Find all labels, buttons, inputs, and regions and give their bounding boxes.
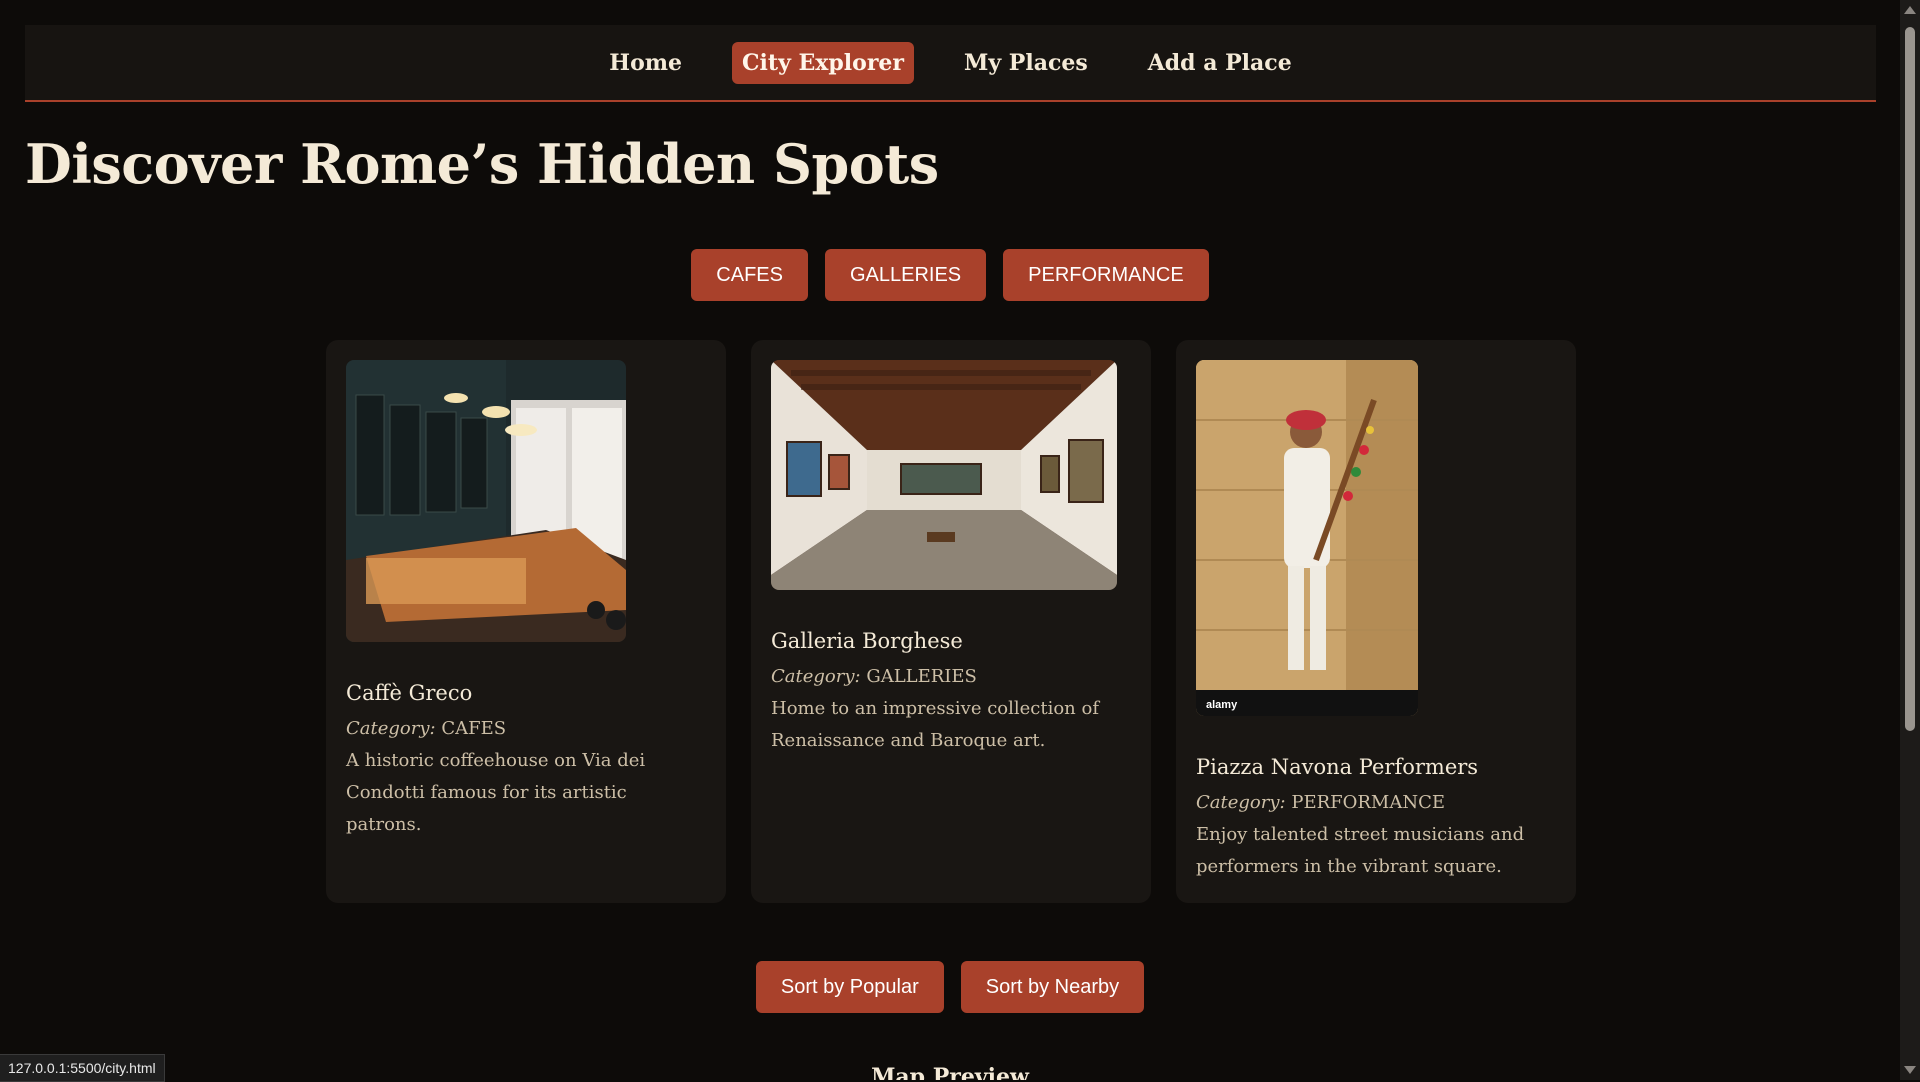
nav-add-place-link[interactable]: Add a Place: [1138, 42, 1302, 84]
place-card[interactable]: alamy Piazza Navona Performers Category:…: [1176, 340, 1576, 903]
vertical-scrollbar[interactable]: [1900, 0, 1920, 1080]
place-title[interactable]: Caffè Greco: [346, 680, 706, 707]
place-title[interactable]: Piazza Navona Performers: [1196, 754, 1556, 781]
main-nav: Home City Explorer My Places Add a Place: [25, 25, 1876, 102]
category-label: Category:: [771, 666, 861, 688]
place-category: Category: CAFES: [346, 713, 706, 745]
street-musician-image: alamy: [1196, 360, 1418, 716]
cafe-interior-image: [346, 360, 626, 642]
nav-city-explorer-link[interactable]: City Explorer: [732, 41, 914, 84]
street-musician-photo: alamy: [1196, 360, 1418, 716]
place-category: Category: GALLERIES: [771, 661, 1131, 693]
cafe-interior-photo: [346, 360, 626, 642]
place-title[interactable]: Galleria Borghese: [771, 628, 1131, 655]
place-description: Home to an impressive collection of Rena…: [771, 698, 1099, 752]
page: Home City Explorer My Places Add a Place…: [0, 0, 1900, 1080]
gallery-room-image: [771, 360, 1117, 590]
place-description: A historic coffeehouse on Via dei Condot…: [346, 750, 646, 836]
place-description: Enjoy talented street musicians and perf…: [1196, 824, 1525, 878]
sort-controls: Sort by Popular Sort by Nearby: [0, 961, 1900, 1013]
gallery-room-photo: [771, 360, 1117, 590]
place-card[interactable]: Galleria Borghese Category: GALLERIES Ho…: [751, 340, 1151, 903]
scroll-up-arrow-icon[interactable]: [1904, 6, 1916, 14]
map-preview-heading: Map Preview: [871, 1064, 1029, 1080]
sort-nearby-button[interactable]: Sort by Nearby: [960, 961, 1145, 1013]
category-value: PERFORMANCE: [1291, 792, 1446, 814]
category-value: CAFES: [441, 718, 507, 740]
place-category: Category: PERFORMANCE: [1196, 787, 1556, 819]
filter-galleries-button[interactable]: GALLERIES: [824, 249, 987, 301]
category-label: Category:: [346, 718, 436, 740]
nav-my-places-link[interactable]: My Places: [954, 42, 1098, 84]
places-grid: Caffè Greco Category: CAFES A historic c…: [326, 340, 1576, 903]
browser-status-bar: 127.0.0.1:5500/city.html: [0, 1054, 165, 1082]
category-filters: CAFES GALLERIES PERFORMANCE: [0, 249, 1900, 301]
category-value: GALLERIES: [866, 666, 977, 688]
alamy-watermark: alamy: [1206, 699, 1238, 711]
place-card[interactable]: Caffè Greco Category: CAFES A historic c…: [326, 340, 726, 903]
filter-performance-button[interactable]: PERFORMANCE: [1003, 249, 1209, 301]
page-title: Discover Rome’s Hidden Spots: [25, 132, 939, 196]
sort-popular-button[interactable]: Sort by Popular: [755, 961, 944, 1013]
filter-cafes-button[interactable]: CAFES: [691, 249, 808, 301]
scrollbar-thumb[interactable]: [1905, 27, 1915, 731]
category-label: Category:: [1196, 792, 1286, 814]
scroll-down-arrow-icon[interactable]: [1904, 1066, 1916, 1074]
nav-home-link[interactable]: Home: [599, 42, 692, 84]
